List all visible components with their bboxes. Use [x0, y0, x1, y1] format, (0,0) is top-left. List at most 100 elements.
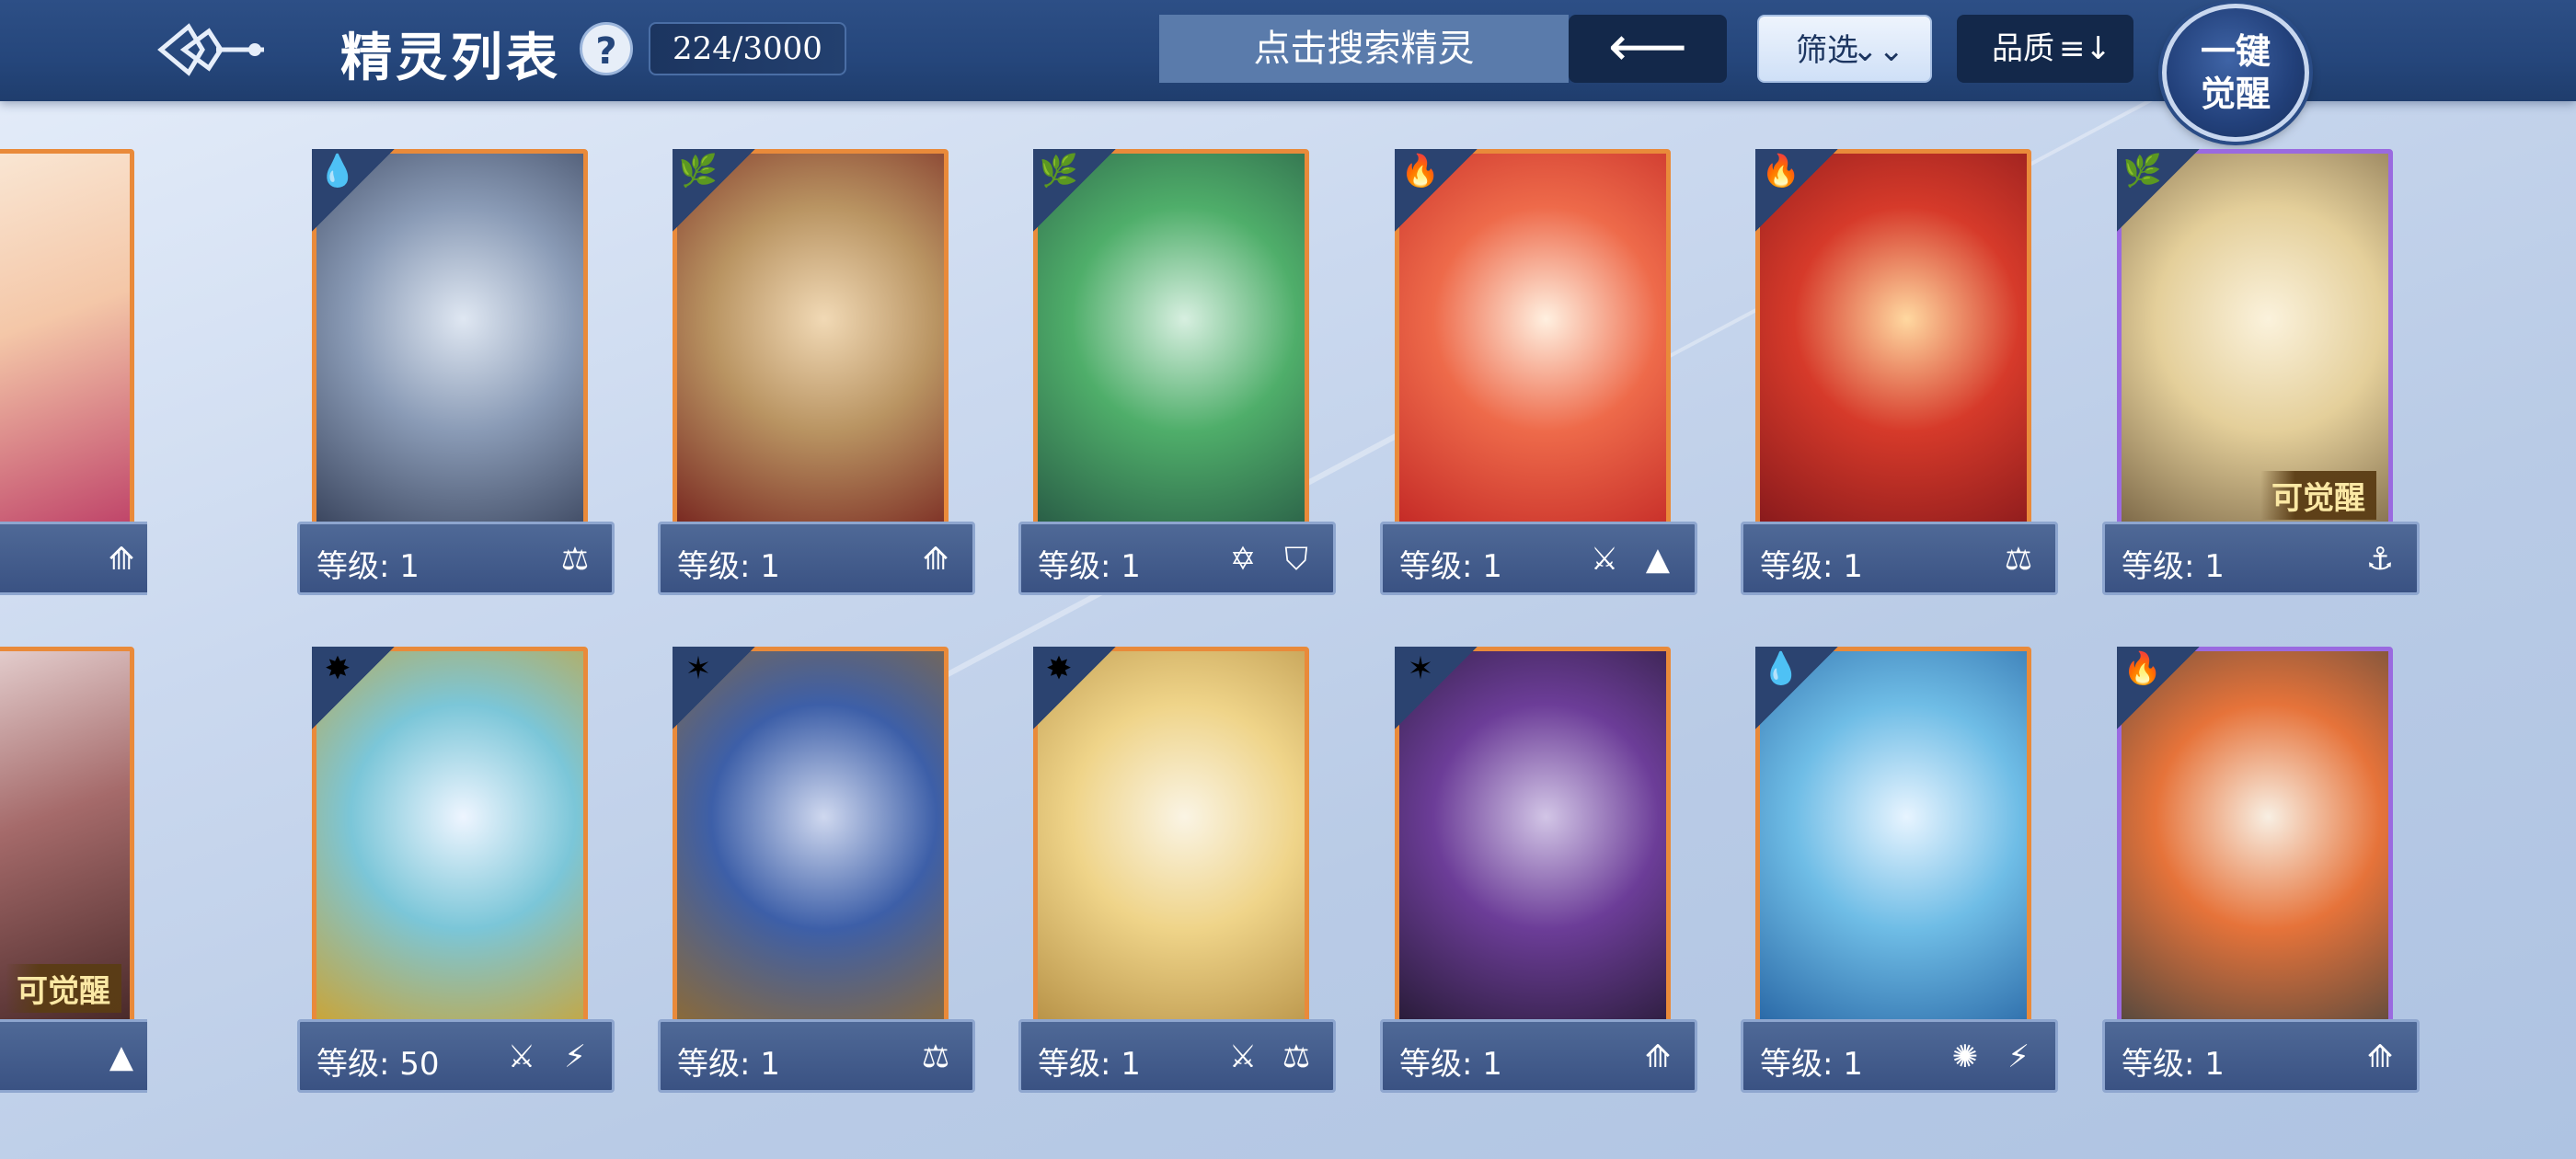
- class-badge-icon: ▲: [109, 1039, 134, 1075]
- card-info-plate: ▲: [0, 1019, 147, 1093]
- spirit-card[interactable]: ✶ 等级: 1 ⚖: [658, 647, 975, 1093]
- card-info-plate: 等级: 50 ⚔ ⚡: [297, 1019, 615, 1093]
- class-badge-icon: ⚖: [2004, 541, 2033, 578]
- card-level: 等级: 1: [677, 548, 780, 585]
- spirit-card[interactable]: 💧 等级: 1 ✺ ⚡: [1741, 647, 2058, 1093]
- quality-sort-button[interactable]: 品质 ≡↓: [1957, 15, 2133, 83]
- class-badge-icon: ⚡: [564, 1039, 586, 1075]
- spirit-card[interactable]: 🔥 等级: 1 ⚖: [1741, 149, 2058, 595]
- spirit-card[interactable]: 🌿 等级: 1 ⟰: [658, 149, 975, 595]
- class-badge-icon: ⟰: [922, 541, 949, 578]
- card-badges: ⚔ ⚖: [1221, 1035, 1318, 1079]
- class-badge-icon: ✡: [1229, 541, 1257, 578]
- card-level: 等级: 1: [677, 1046, 780, 1083]
- awaken-label-line1: 一键: [2200, 30, 2271, 72]
- card-level: 等级: 1: [1399, 548, 1502, 585]
- leaf-icon: 🌿: [1039, 153, 1079, 189]
- card-level: 等级: 1: [1760, 548, 1863, 585]
- partial-card-column: ⟰ 可觉醒 ▲: [0, 0, 147, 1159]
- spirit-card[interactable]: 🌿 可觉醒 等级: 1 ⚓: [2102, 149, 2420, 595]
- card-frame: [0, 149, 134, 526]
- card-info-plate: 等级: 1 ⚔ ⚖: [1018, 1019, 1336, 1093]
- sort-icon: ≡↓: [2059, 30, 2111, 67]
- card-badges: ⟰: [1636, 1035, 1680, 1079]
- filter-label: 筛选: [1796, 32, 1858, 69]
- filter-button[interactable]: 筛选 ⌄⌄: [1757, 15, 1932, 83]
- fire-icon: 🔥: [2122, 650, 2163, 687]
- class-badge-icon: ⚔: [507, 1039, 536, 1075]
- sun-icon: ✸: [1045, 650, 1073, 687]
- help-button[interactable]: ?: [580, 22, 633, 75]
- card-level: 等级: 50: [316, 1046, 440, 1083]
- card-info-plate: 等级: 1 ⚓: [2102, 522, 2420, 595]
- card-info-plate: 等级: 1 ⟰: [658, 522, 975, 595]
- card-badges: ⚔ ▲: [1582, 537, 1680, 581]
- card-badges: ⚖: [1996, 537, 2041, 581]
- card-info-plate: 等级: 1 ⟰: [2102, 1019, 2420, 1093]
- card-art: [0, 154, 130, 522]
- awaken-available-tag: 可觉醒: [2260, 471, 2376, 520]
- card-badges: ⚖: [553, 537, 597, 581]
- double-chevron-down-icon: ⌄⌄: [1852, 32, 1904, 69]
- water-icon: 💧: [317, 153, 358, 189]
- card-info-plate: 等级: 1 ✺ ⚡: [1741, 1019, 2058, 1093]
- shadow-icon: ✶: [1407, 650, 1434, 687]
- class-badge-icon: ⚔: [1590, 541, 1619, 578]
- card-info-plate: 等级: 1 ⚔ ▲: [1380, 522, 1697, 595]
- card-info-plate: 等级: 1 ⟰: [1380, 1019, 1697, 1093]
- spirit-count: 224/3000: [649, 22, 846, 75]
- card-badges: ⟰: [914, 537, 958, 581]
- class-badge-icon: ⛉: [1284, 541, 1308, 578]
- shadow-icon: ✶: [684, 650, 712, 687]
- card-level: 等级: 1: [1399, 1046, 1502, 1083]
- card-badges: ⟰: [2358, 1035, 2402, 1079]
- class-badge-icon: ⚖: [921, 1039, 950, 1075]
- class-badge-icon: ⚡: [2007, 1039, 2030, 1075]
- sun-icon: ✸: [324, 650, 351, 687]
- fire-icon: 🔥: [1400, 153, 1441, 189]
- class-badge-icon: ⟰: [108, 541, 135, 578]
- spirit-card[interactable]: ✸ 等级: 50 ⚔ ⚡: [297, 647, 615, 1093]
- card-level: 等级: 1: [316, 548, 420, 585]
- fire-icon: 🔥: [1761, 153, 1801, 189]
- card-badges: ✡ ⛉: [1221, 537, 1318, 581]
- awaken-label-line2: 觉醒: [2200, 73, 2271, 114]
- card-info-plate: 等级: 1 ⚖: [297, 522, 615, 595]
- quality-label: 品质: [1992, 30, 2054, 67]
- awaken-available-tag: 可觉醒: [6, 964, 121, 1013]
- search-input[interactable]: 点击搜索精灵: [1159, 15, 1569, 83]
- card-info-plate: 等级: 1 ⚖: [658, 1019, 975, 1093]
- card-badges: ⚔ ⚡: [500, 1035, 597, 1079]
- card-info-plate: 等级: 1 ✡ ⛉: [1018, 522, 1336, 595]
- class-badge-icon: ⚓: [2365, 541, 2395, 578]
- one-click-awaken-button[interactable]: 一键 觉醒: [2162, 4, 2309, 142]
- class-badge-icon: ⚔: [1228, 1039, 1258, 1075]
- class-badge-icon: ✺: [1951, 1039, 1979, 1075]
- spirit-card-partial[interactable]: 可觉醒 ▲: [0, 647, 147, 1093]
- card-level: 等级: 1: [1038, 548, 1141, 585]
- back-emblem-icon[interactable]: [152, 13, 271, 86]
- clear-search-button[interactable]: ⟵: [1569, 15, 1727, 83]
- card-info-plate: 等级: 1 ⚖: [1741, 522, 2058, 595]
- card-badges: ⚓: [2358, 537, 2402, 581]
- spirit-card[interactable]: 💧 等级: 1 ⚖: [297, 149, 615, 595]
- class-badge-icon: ⟰: [2366, 1039, 2394, 1075]
- card-info-plate: ⟰: [0, 522, 147, 595]
- class-badge-icon: ▲: [1645, 541, 1671, 578]
- page-title: 精灵列表: [340, 28, 561, 88]
- leaf-icon: 🌿: [2122, 153, 2163, 189]
- class-badge-icon: ⚖: [1282, 1039, 1311, 1075]
- spirit-card[interactable]: 🔥 等级: 1 ⚔ ▲: [1380, 149, 1697, 595]
- spirit-card-partial[interactable]: ⟰: [0, 149, 147, 595]
- spirit-card[interactable]: 🔥 等级: 1 ⟰: [2102, 647, 2420, 1093]
- card-level: 等级: 1: [2122, 548, 2225, 585]
- card-badges: ✺ ⚡: [1943, 1035, 2041, 1079]
- card-level: 等级: 1: [1038, 1046, 1141, 1083]
- card-level: 等级: 1: [1760, 1046, 1863, 1083]
- spirit-card[interactable]: ✶ 等级: 1 ⟰: [1380, 647, 1697, 1093]
- spirit-card[interactable]: ✸ 等级: 1 ⚔ ⚖: [1018, 647, 1336, 1093]
- class-badge-icon: ⟰: [1644, 1039, 1672, 1075]
- leaf-icon: 🌿: [678, 153, 719, 189]
- spirit-card[interactable]: 🌿 等级: 1 ✡ ⛉: [1018, 149, 1336, 595]
- class-badge-icon: ⚖: [560, 541, 590, 578]
